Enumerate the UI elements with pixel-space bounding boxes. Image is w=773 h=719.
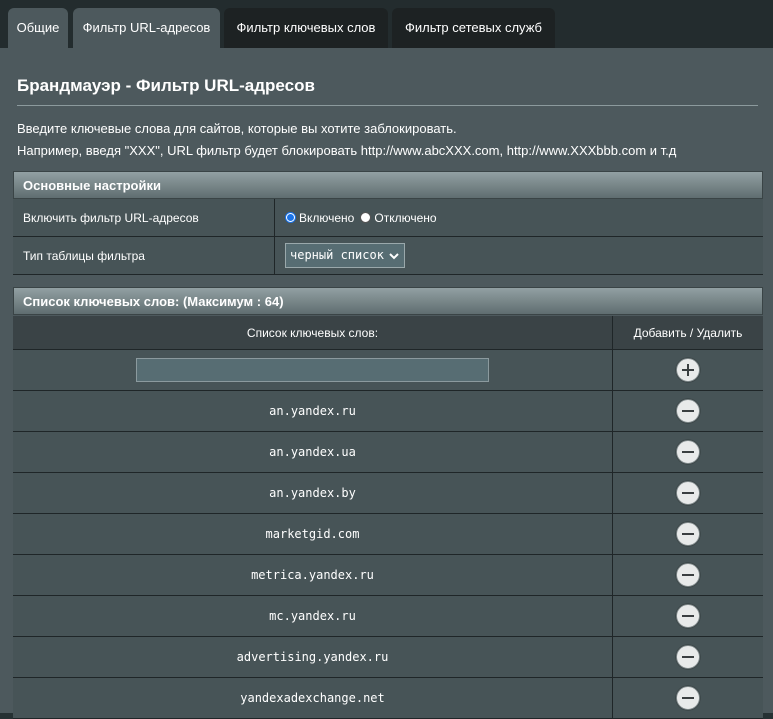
- remove-keyword-button[interactable]: [676, 645, 700, 669]
- tab-general[interactable]: Общие: [8, 8, 68, 49]
- remove-keyword-button[interactable]: [676, 563, 700, 587]
- remove-keyword-cell: [613, 432, 763, 472]
- radio-enabled[interactable]: [285, 211, 296, 223]
- keyword-value: mc.yandex.ru: [13, 596, 613, 636]
- remove-keyword-cell: [613, 596, 763, 636]
- keyword-value: an.yandex.by: [13, 473, 613, 513]
- filter-table-type-value: черный список: [290, 248, 384, 262]
- description-line-2: Например, введя "XXX", URL фильтр будет …: [17, 143, 677, 158]
- filter-table-type-cell: черный список: [275, 237, 763, 274]
- minus-circle-icon: [682, 451, 694, 453]
- description-line-1: Введите ключевые слова для сайтов, котор…: [17, 121, 457, 136]
- minus-circle-icon: [682, 533, 694, 535]
- enable-on-option[interactable]: Включено: [285, 211, 354, 225]
- keyword-row: an.yandex.ru: [13, 391, 763, 432]
- remove-keyword-cell: [613, 391, 763, 431]
- keyword-row: an.yandex.ua: [13, 432, 763, 473]
- add-keyword-button[interactable]: [676, 358, 700, 382]
- keyword-table-header: Список ключевых слов: Добавить / Удалить: [13, 316, 763, 350]
- tab-keyword-filter[interactable]: Фильтр ключевых слов: [224, 8, 388, 49]
- remove-keyword-cell: [613, 555, 763, 595]
- keyword-value: an.yandex.ru: [13, 391, 613, 431]
- enable-off-option[interactable]: Отключено: [360, 210, 437, 225]
- remove-keyword-button[interactable]: [676, 604, 700, 628]
- radio-disabled[interactable]: [360, 211, 372, 223]
- minus-circle-icon: [682, 615, 694, 617]
- remove-keyword-cell: [613, 678, 763, 718]
- new-keyword-row: [13, 350, 763, 391]
- keyword-value: marketgid.com: [13, 514, 613, 554]
- remove-keyword-button[interactable]: [676, 686, 700, 710]
- page-title: Брандмауэр - Фильтр URL-адресов: [17, 76, 315, 95]
- remove-keyword-button[interactable]: [676, 481, 700, 505]
- keyword-column-header: Список ключевых слов:: [13, 316, 613, 349]
- new-keyword-cell: [13, 350, 613, 390]
- chevron-down-icon: [389, 252, 399, 259]
- keyword-row: advertising.yandex.ru: [13, 637, 763, 678]
- minus-circle-icon: [682, 656, 694, 658]
- new-keyword-input[interactable]: [136, 358, 489, 382]
- keyword-row: metrica.yandex.ru: [13, 555, 763, 596]
- keyword-row: marketgid.com: [13, 514, 763, 555]
- enable-filter-label: Включить фильтр URL-адресов: [13, 199, 275, 236]
- add-keyword-cell: [613, 350, 763, 390]
- radio-enabled-label: Включено: [299, 210, 355, 225]
- keyword-value: an.yandex.ua: [13, 432, 613, 472]
- keyword-value: advertising.yandex.ru: [13, 637, 613, 677]
- remove-keyword-cell: [613, 473, 763, 513]
- keyword-value: metrica.yandex.ru: [13, 555, 613, 595]
- minus-circle-icon: [682, 492, 694, 494]
- tab-network-services-filter[interactable]: Фильтр сетевых служб: [392, 8, 555, 49]
- basic-settings-header: Основные настройки: [13, 171, 763, 199]
- remove-keyword-button[interactable]: [676, 399, 700, 423]
- content-panel: Брандмауэр - Фильтр URL-адресов Введите …: [0, 48, 773, 719]
- enable-filter-row: Включить фильтр URL-адресов Включено Отк…: [13, 199, 763, 237]
- tab-url-filter[interactable]: Фильтр URL-адресов: [73, 8, 220, 49]
- keyword-list-header: Список ключевых слов: (Максимум : 64): [13, 287, 763, 315]
- minus-circle-icon: [682, 410, 694, 412]
- keyword-row: mc.yandex.ru: [13, 596, 763, 637]
- minus-circle-icon: [682, 697, 694, 699]
- remove-keyword-button[interactable]: [676, 522, 700, 546]
- minus-circle-icon: [682, 574, 694, 576]
- radio-disabled-label: Отключено: [374, 210, 437, 225]
- remove-keyword-cell: [613, 637, 763, 677]
- filter-table-type-label: Тип таблицы фильтра: [13, 237, 275, 274]
- keyword-row: an.yandex.by: [13, 473, 763, 514]
- plus-circle-icon-vertical: [687, 364, 689, 376]
- remove-keyword-cell: [613, 514, 763, 554]
- title-divider: [17, 105, 758, 106]
- filter-table-type-row: Тип таблицы фильтра черный список: [13, 237, 763, 275]
- actions-column-header: Добавить / Удалить: [633, 325, 743, 340]
- filter-table-type-select[interactable]: черный список: [285, 243, 405, 268]
- remove-keyword-button[interactable]: [676, 440, 700, 464]
- enable-filter-options: Включено Отключено: [275, 199, 763, 236]
- tab-bar: Общие Фильтр URL-адресов Фильтр ключевых…: [0, 0, 773, 49]
- keyword-value: yandexadexchange.net: [13, 678, 613, 718]
